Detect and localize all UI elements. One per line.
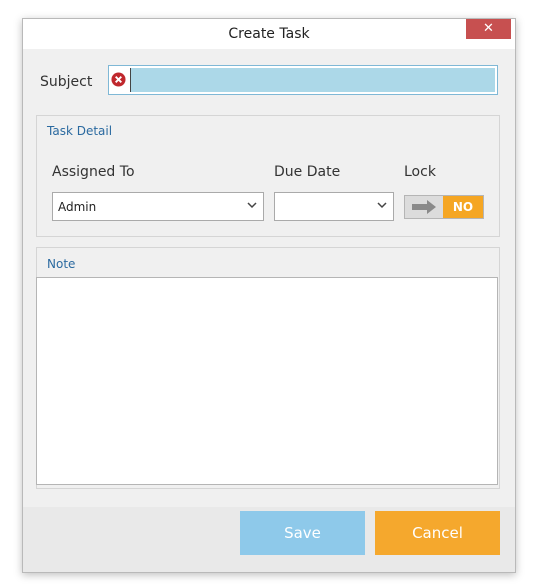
title-bar: Create Task ✕ xyxy=(23,19,515,49)
lock-state: NO xyxy=(443,196,483,218)
subject-label: Subject xyxy=(40,74,93,90)
assigned-to-label: Assigned To xyxy=(52,164,135,180)
create-task-window: Create Task ✕ Subject Task Detail Assign… xyxy=(22,18,516,573)
window-title: Create Task xyxy=(228,26,310,42)
subject-field xyxy=(108,65,498,95)
assigned-to-select[interactable]: Admin xyxy=(52,192,264,221)
subject-input[interactable] xyxy=(130,68,495,92)
task-detail-title: Task Detail xyxy=(47,124,113,138)
arrow-right-icon xyxy=(412,200,436,214)
error-circle-icon xyxy=(111,72,126,87)
note-title: Note xyxy=(47,257,76,271)
close-button[interactable]: ✕ xyxy=(466,19,511,39)
due-date-select[interactable] xyxy=(274,192,394,221)
due-date-label: Due Date xyxy=(274,164,341,180)
chevron-down-icon xyxy=(247,202,257,209)
lock-label: Lock xyxy=(404,164,436,180)
cancel-button[interactable]: Cancel xyxy=(375,511,500,555)
lock-toggle[interactable]: NO xyxy=(404,195,484,219)
toggle-knob xyxy=(405,196,443,218)
assigned-to-value: Admin xyxy=(58,200,97,214)
save-button[interactable]: Save xyxy=(240,511,365,555)
chevron-down-icon xyxy=(377,202,387,209)
note-textarea[interactable] xyxy=(36,277,498,485)
